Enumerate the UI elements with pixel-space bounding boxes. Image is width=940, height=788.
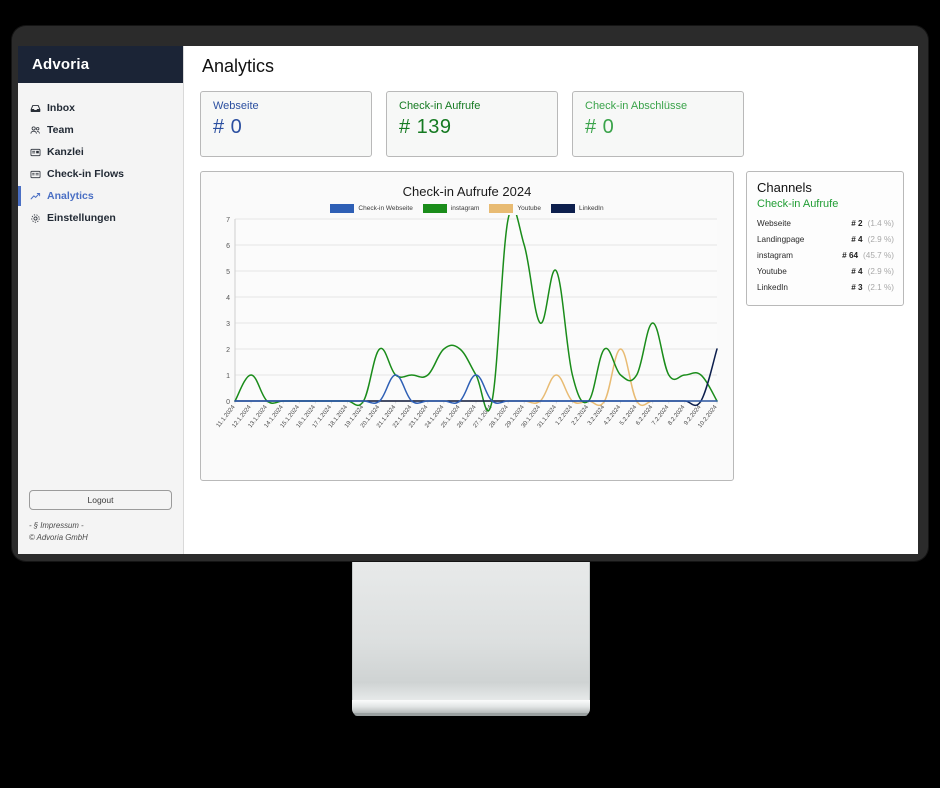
channel-name: LinkedIn	[757, 280, 851, 296]
sidebar: Advoria Inbox Team	[18, 46, 184, 554]
channel-percent: (2.9 %)	[868, 232, 894, 248]
legend-swatch-icon	[423, 204, 447, 213]
brand-logo: Advoria	[18, 46, 183, 83]
svg-text:1: 1	[226, 373, 230, 380]
monitor-screen: Advoria Inbox Team	[18, 46, 918, 554]
legend-label: Check-in Webseite	[358, 205, 412, 212]
chart-line-icon	[30, 191, 41, 202]
channel-count: # 2	[851, 216, 862, 232]
channel-row: LinkedIn# 3 (2.1 %)	[757, 280, 894, 296]
main-content: Analytics Webseite # 0 Check-in Aufrufe …	[184, 46, 918, 554]
sidebar-item-inbox[interactable]: Inbox	[18, 97, 183, 119]
sidebar-item-einstellungen[interactable]: Einstellungen	[18, 207, 183, 229]
channels-panel: Channels Check-in Aufrufe Webseite# 2 (1.…	[746, 171, 904, 306]
legend-label: instagram	[451, 205, 480, 212]
sidebar-item-kanzlei[interactable]: Kanzlei	[18, 141, 183, 163]
logout-button[interactable]: Logout	[29, 490, 172, 510]
stat-cards: Webseite # 0 Check-in Aufrufe # 139 Chec…	[200, 91, 904, 157]
chart-legend: Check-in Webseite instagram Youtube LinkedI…	[209, 204, 725, 213]
channels-subtitle: Check-in Aufrufe	[757, 198, 894, 210]
monitor-stand-base	[352, 700, 590, 716]
chart-title: Check-in Aufrufe 2024	[209, 184, 725, 199]
channel-row: Landingpage# 4 (2.9 %)	[757, 232, 894, 248]
sidebar-item-check-in-flows[interactable]: Check-in Flows	[18, 163, 183, 185]
stat-card-webseite: Webseite # 0	[200, 91, 372, 157]
stat-card-checkin-aufrufe: Check-in Aufrufe # 139	[386, 91, 558, 157]
chart-panel: Check-in Aufrufe 2024 Check-in Webseite i…	[200, 171, 734, 481]
sidebar-item-team[interactable]: Team	[18, 119, 183, 141]
svg-text:5: 5	[226, 269, 230, 276]
copyright-text: © Advoria GmbH	[29, 532, 172, 544]
legend-swatch-icon	[489, 204, 513, 213]
sidebar-item-label: Inbox	[47, 102, 75, 114]
stat-card-label: Webseite	[213, 100, 361, 112]
channel-count: # 4	[851, 232, 862, 248]
channel-row: instagram# 64 (45.7 %)	[757, 248, 894, 264]
app-window: Advoria Inbox Team	[18, 46, 918, 554]
page-title: Analytics	[202, 56, 904, 77]
sidebar-footer: - § Impressum - © Advoria GmbH	[18, 516, 183, 554]
svg-text:6: 6	[226, 243, 230, 250]
sidebar-item-label: Analytics	[47, 190, 94, 202]
sidebar-item-label: Check-in Flows	[47, 168, 124, 180]
line-chart-svg: 0123456711.1.202412.1.202413.1.202414.1.…	[209, 215, 725, 463]
stat-card-label: Check-in Abschlüsse	[585, 100, 733, 112]
channel-count: # 4	[851, 264, 862, 280]
chart-plot-area: 0123456711.1.202412.1.202413.1.202414.1.…	[209, 215, 725, 463]
channel-percent: (2.1 %)	[868, 280, 894, 296]
list-card-icon	[30, 169, 41, 180]
channel-percent: (2.9 %)	[868, 264, 894, 280]
legend-label: LinkedIn	[579, 205, 604, 212]
building-icon	[30, 147, 41, 158]
monitor-stand-neck	[352, 561, 590, 709]
channel-name: Webseite	[757, 216, 851, 232]
sidebar-item-label: Team	[47, 124, 74, 136]
sidebar-item-label: Einstellungen	[47, 212, 116, 224]
inbox-icon	[30, 103, 41, 114]
sidebar-item-analytics[interactable]: Analytics	[18, 185, 183, 207]
svg-text:7: 7	[226, 217, 230, 224]
stat-card-checkin-abschluesse: Check-in Abschlüsse # 0	[572, 91, 744, 157]
brand-name: Advoria	[32, 56, 89, 73]
users-icon	[30, 125, 41, 136]
analytics-row: Check-in Aufrufe 2024 Check-in Webseite i…	[200, 171, 904, 481]
legend-item[interactable]: instagram	[423, 204, 480, 213]
sidebar-nav: Inbox Team Kanzlei	[18, 83, 183, 490]
channel-count: # 64	[842, 248, 858, 264]
channel-row: Webseite# 2 (1.4 %)	[757, 216, 894, 232]
svg-text:3: 3	[226, 321, 230, 328]
channel-count: # 3	[851, 280, 862, 296]
svg-text:0: 0	[226, 399, 230, 406]
stat-card-value: # 139	[399, 116, 547, 139]
channel-name: Landingpage	[757, 232, 851, 248]
legend-item[interactable]: Youtube	[489, 204, 541, 213]
channel-row: Youtube# 4 (2.9 %)	[757, 264, 894, 280]
gear-icon	[30, 213, 41, 224]
sidebar-item-label: Kanzlei	[47, 146, 84, 158]
channel-name: instagram	[757, 248, 842, 264]
logout-container: Logout	[18, 490, 183, 516]
stat-card-value: # 0	[213, 116, 361, 139]
screenshot-stage: Advoria Inbox Team	[0, 0, 940, 788]
channel-name: Youtube	[757, 264, 851, 280]
impressum-link[interactable]: - § Impressum -	[29, 520, 172, 532]
svg-text:2: 2	[226, 347, 230, 354]
channels-list: Webseite# 2(1.4 %)Landingpage# 4(2.9 %)i…	[757, 216, 894, 296]
legend-swatch-icon	[330, 204, 354, 213]
stat-card-label: Check-in Aufrufe	[399, 100, 547, 112]
channels-title: Channels	[757, 180, 894, 195]
legend-item[interactable]: LinkedIn	[551, 204, 604, 213]
channel-percent: (1.4 %)	[868, 216, 894, 232]
stat-card-value: # 0	[585, 116, 733, 139]
legend-label: Youtube	[517, 205, 541, 212]
svg-text:4: 4	[226, 295, 230, 302]
legend-swatch-icon	[551, 204, 575, 213]
legend-item[interactable]: Check-in Webseite	[330, 204, 412, 213]
channel-percent: (45.7 %)	[863, 248, 894, 264]
